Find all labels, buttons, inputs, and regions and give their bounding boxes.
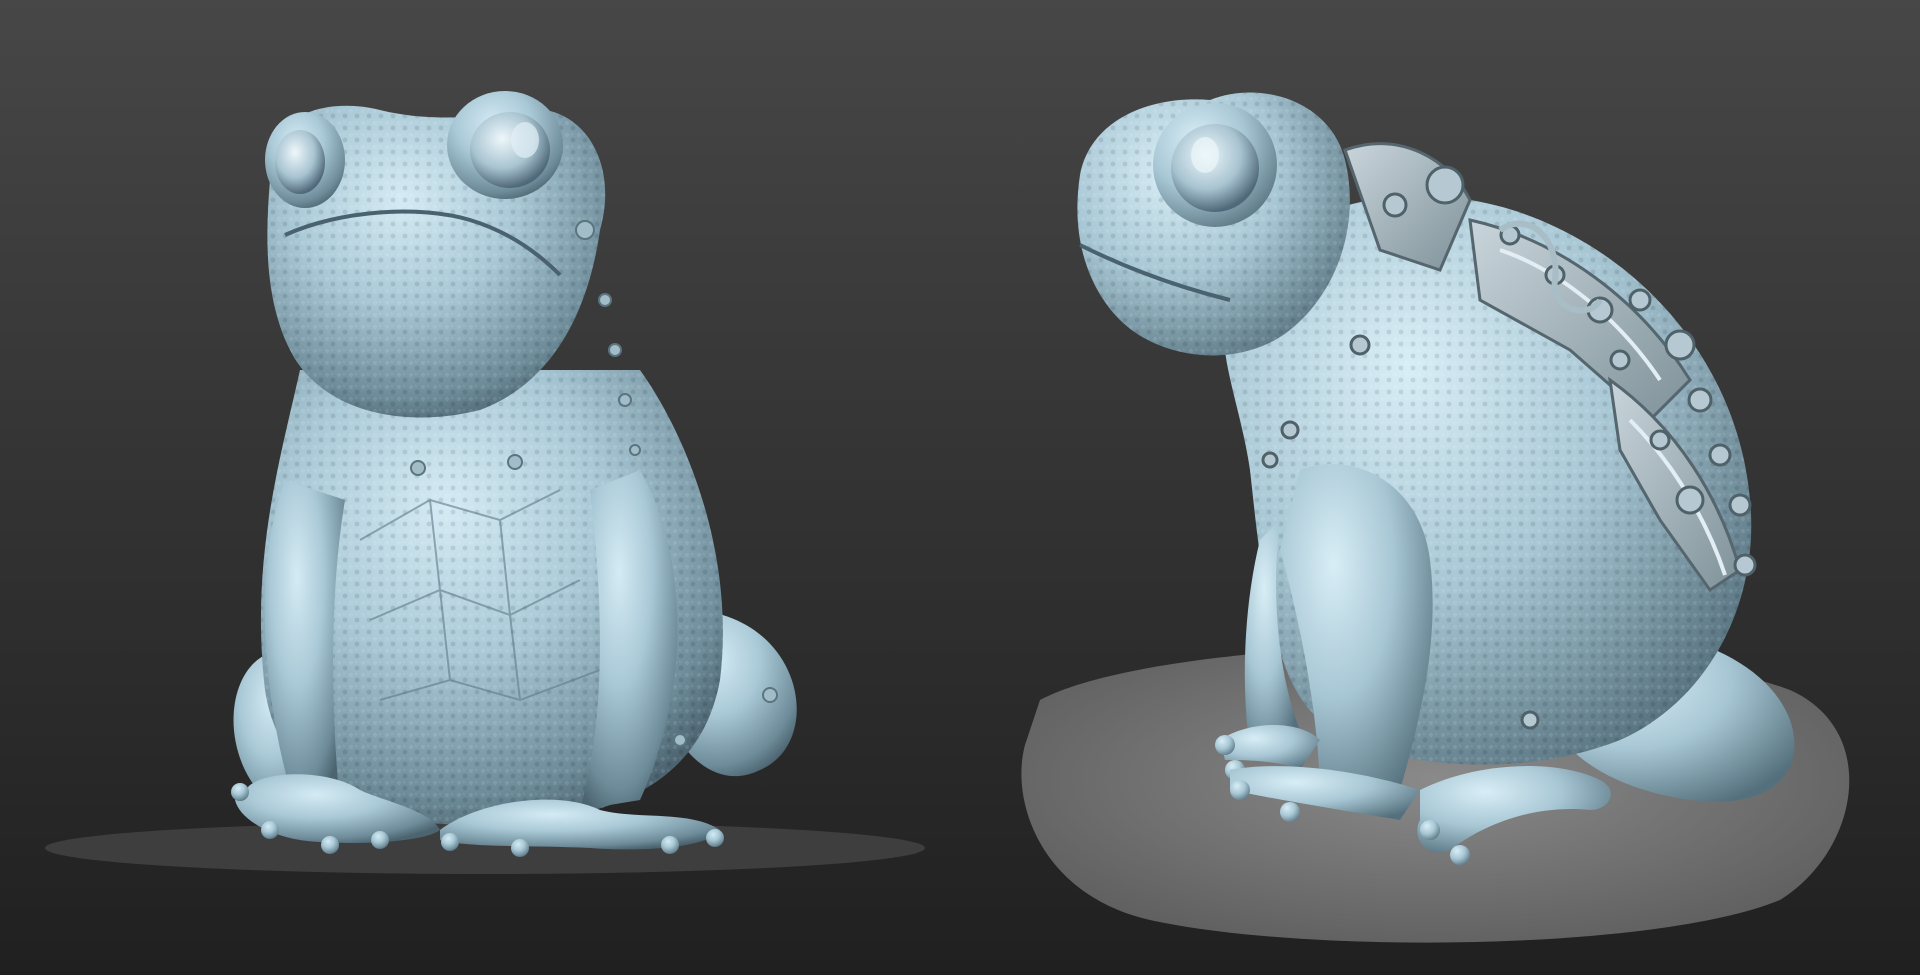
tq-eye xyxy=(1153,103,1277,227)
sculpt-render xyxy=(45,91,1850,943)
render-viewport xyxy=(0,0,1920,975)
front-eye-left xyxy=(265,112,345,208)
front-view-frog xyxy=(45,91,925,874)
front-eye-right xyxy=(447,91,563,199)
three-quarter-view-frog xyxy=(1021,92,1850,943)
